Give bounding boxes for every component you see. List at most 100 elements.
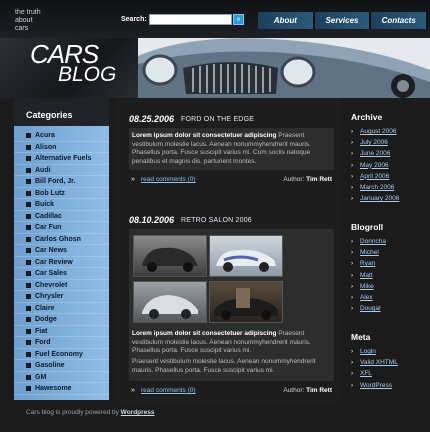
category-item[interactable]: Bill Ford, Jr.: [14, 176, 109, 188]
read-comments-link[interactable]: read comments (0): [141, 176, 196, 183]
archive-link[interactable]: March 2006: [351, 182, 399, 193]
site-tagline: the truth about cars: [15, 9, 41, 33]
categories-list: Acura Alison Alternative Fuels Audi Bill…: [14, 126, 109, 395]
author-name: Tim Rett: [306, 176, 332, 183]
category-item[interactable]: Chrysler: [14, 291, 109, 303]
post-footer: » read comments (0) Author: Tim Rett: [131, 384, 334, 398]
meta-link[interactable]: XFL: [351, 368, 398, 379]
archive-link[interactable]: August 2006: [351, 126, 399, 137]
nav-contacts[interactable]: Contacts: [371, 12, 429, 29]
search-label: Search:: [121, 16, 147, 23]
archive-link[interactable]: April 2006: [351, 171, 399, 182]
post-header: 08.10.2006 RETRO SALON 2006: [129, 211, 334, 229]
footer-wordpress-link[interactable]: Wordpress: [121, 409, 155, 416]
category-item[interactable]: Bob Lutz: [14, 188, 109, 199]
car-photo-graphic: [216, 249, 276, 272]
read-comments-link[interactable]: read comments (0): [141, 387, 196, 394]
post-photo[interactable]: [209, 281, 283, 323]
footer: Cars blog is proudly powered by Wordpres…: [26, 409, 155, 416]
author-label: Author:: [283, 176, 305, 183]
nav-about[interactable]: About: [258, 12, 315, 29]
blogroll-title: Blogroll: [351, 222, 384, 232]
meta-list: Login Valid XHTML XFL WordPress: [351, 346, 398, 391]
category-item[interactable]: Gasoline: [14, 360, 109, 372]
category-item[interactable]: Acura: [14, 130, 109, 142]
post-author: Author: Tim Rett: [283, 176, 332, 183]
post-header: 08.25.2006 FORD ON THE EDGE: [129, 110, 334, 128]
archive-title: Archive: [351, 112, 383, 122]
blogroll-list: Donncha Michel Ryan Matt Mike Alex Douga…: [351, 236, 386, 315]
search-button[interactable]: »: [233, 14, 244, 25]
blogroll-link[interactable]: Donncha: [351, 236, 386, 247]
post-date: 08.25.2006: [129, 114, 175, 124]
car-photo-graphic: [142, 247, 198, 272]
author-name: Tim Rett: [306, 387, 332, 394]
blogroll-link[interactable]: Alex: [351, 292, 386, 303]
read-comments-label: read comments: [141, 176, 186, 183]
nav-services[interactable]: Services: [314, 12, 372, 29]
post-title[interactable]: FORD ON THE EDGE: [181, 116, 254, 123]
car-photo-graphic: [142, 295, 198, 319]
category-item[interactable]: Buick: [14, 199, 109, 211]
category-item[interactable]: Car Sales: [14, 268, 109, 280]
category-item[interactable]: Car Fun: [14, 222, 109, 234]
category-item[interactable]: Fuel Economy: [14, 349, 109, 360]
category-item[interactable]: Carlos Ghosn: [14, 234, 109, 245]
right-sidebar: Archive August 2006 July 2006 June 2006 …: [346, 98, 430, 403]
car-photo-graphic: [214, 288, 278, 320]
comment-count: (0): [187, 387, 196, 394]
search-input[interactable]: [149, 14, 232, 25]
category-item[interactable]: Dodge: [14, 314, 109, 326]
post-footer: » read comments (0) Author: Tim Rett: [131, 173, 334, 187]
post-photo[interactable]: [133, 235, 207, 277]
post-photo[interactable]: [133, 281, 207, 323]
post-lead: Lorem ipsum dolor sit consectetuer adipi…: [132, 132, 277, 139]
meta-link[interactable]: Login: [351, 346, 398, 357]
double-arrow-icon: »: [131, 176, 135, 183]
category-item[interactable]: Alternative Fuels: [14, 153, 109, 165]
category-item[interactable]: GM: [14, 372, 109, 383]
post-photo[interactable]: [209, 235, 283, 277]
post-body: Lorem ipsum dolor sit consectetuer adipi…: [129, 229, 334, 381]
post-text: Lorem ipsum dolor sit consectetuer adipi…: [132, 132, 331, 166]
archive-link[interactable]: July 2006: [351, 137, 399, 148]
category-item[interactable]: Car News: [14, 245, 109, 257]
archive-link[interactable]: January 2006: [351, 193, 399, 204]
tagline-line: the truth: [15, 9, 41, 16]
double-arrow-icon: »: [131, 387, 135, 394]
footer-text: Cars blog is proudly powered by: [26, 409, 119, 416]
comment-count: (0): [187, 176, 196, 183]
archive-link[interactable]: June 2006: [351, 148, 399, 159]
category-item[interactable]: Claire: [14, 303, 109, 314]
archive-link[interactable]: May 2006: [351, 160, 399, 171]
post-author: Author: Tim Rett: [283, 387, 332, 394]
category-item[interactable]: Hawesome: [14, 383, 109, 395]
blogroll-link[interactable]: Matt: [351, 270, 386, 281]
top-bar: the truth about cars Search: » About Ser…: [0, 0, 430, 38]
category-item[interactable]: Alison: [14, 142, 109, 153]
post-date: 08.10.2006: [129, 215, 175, 225]
category-item[interactable]: Fiat: [14, 326, 109, 337]
post-lead: Lorem ipsum dolor sit consectetuer adipi…: [132, 330, 277, 337]
category-item[interactable]: Cadillac: [14, 211, 109, 222]
post-body: Lorem ipsum dolor sit consectetuer adipi…: [129, 128, 334, 170]
category-item[interactable]: Ford: [14, 337, 109, 349]
blogroll-link[interactable]: Dougal: [351, 303, 386, 314]
blogroll-link[interactable]: Ryan: [351, 258, 386, 269]
post-title[interactable]: RETRO SALON 2006: [181, 217, 252, 224]
blogroll-link[interactable]: Mike: [351, 281, 386, 292]
category-item[interactable]: Car Review: [14, 257, 109, 268]
read-comments-label: read comments: [141, 387, 186, 394]
blogroll-link[interactable]: Michel: [351, 247, 386, 258]
archive-list: August 2006 July 2006 June 2006 May 2006…: [351, 126, 399, 205]
post-text: Praesent vestibulum molestie lacus. Aene…: [132, 358, 316, 374]
author-label: Author:: [283, 387, 305, 394]
site-logo[interactable]: CARS BLOG: [0, 38, 138, 98]
meta-link[interactable]: Valid XHTML: [351, 357, 398, 368]
categories-sidebar: Categories Acura Alison Alternative Fuel…: [14, 98, 109, 400]
car-illustration: [138, 38, 430, 98]
category-item[interactable]: Chevrolet: [14, 280, 109, 291]
meta-link[interactable]: WordPress: [351, 380, 398, 391]
category-item[interactable]: Audi: [14, 165, 109, 176]
banner-car-image: [138, 38, 430, 98]
